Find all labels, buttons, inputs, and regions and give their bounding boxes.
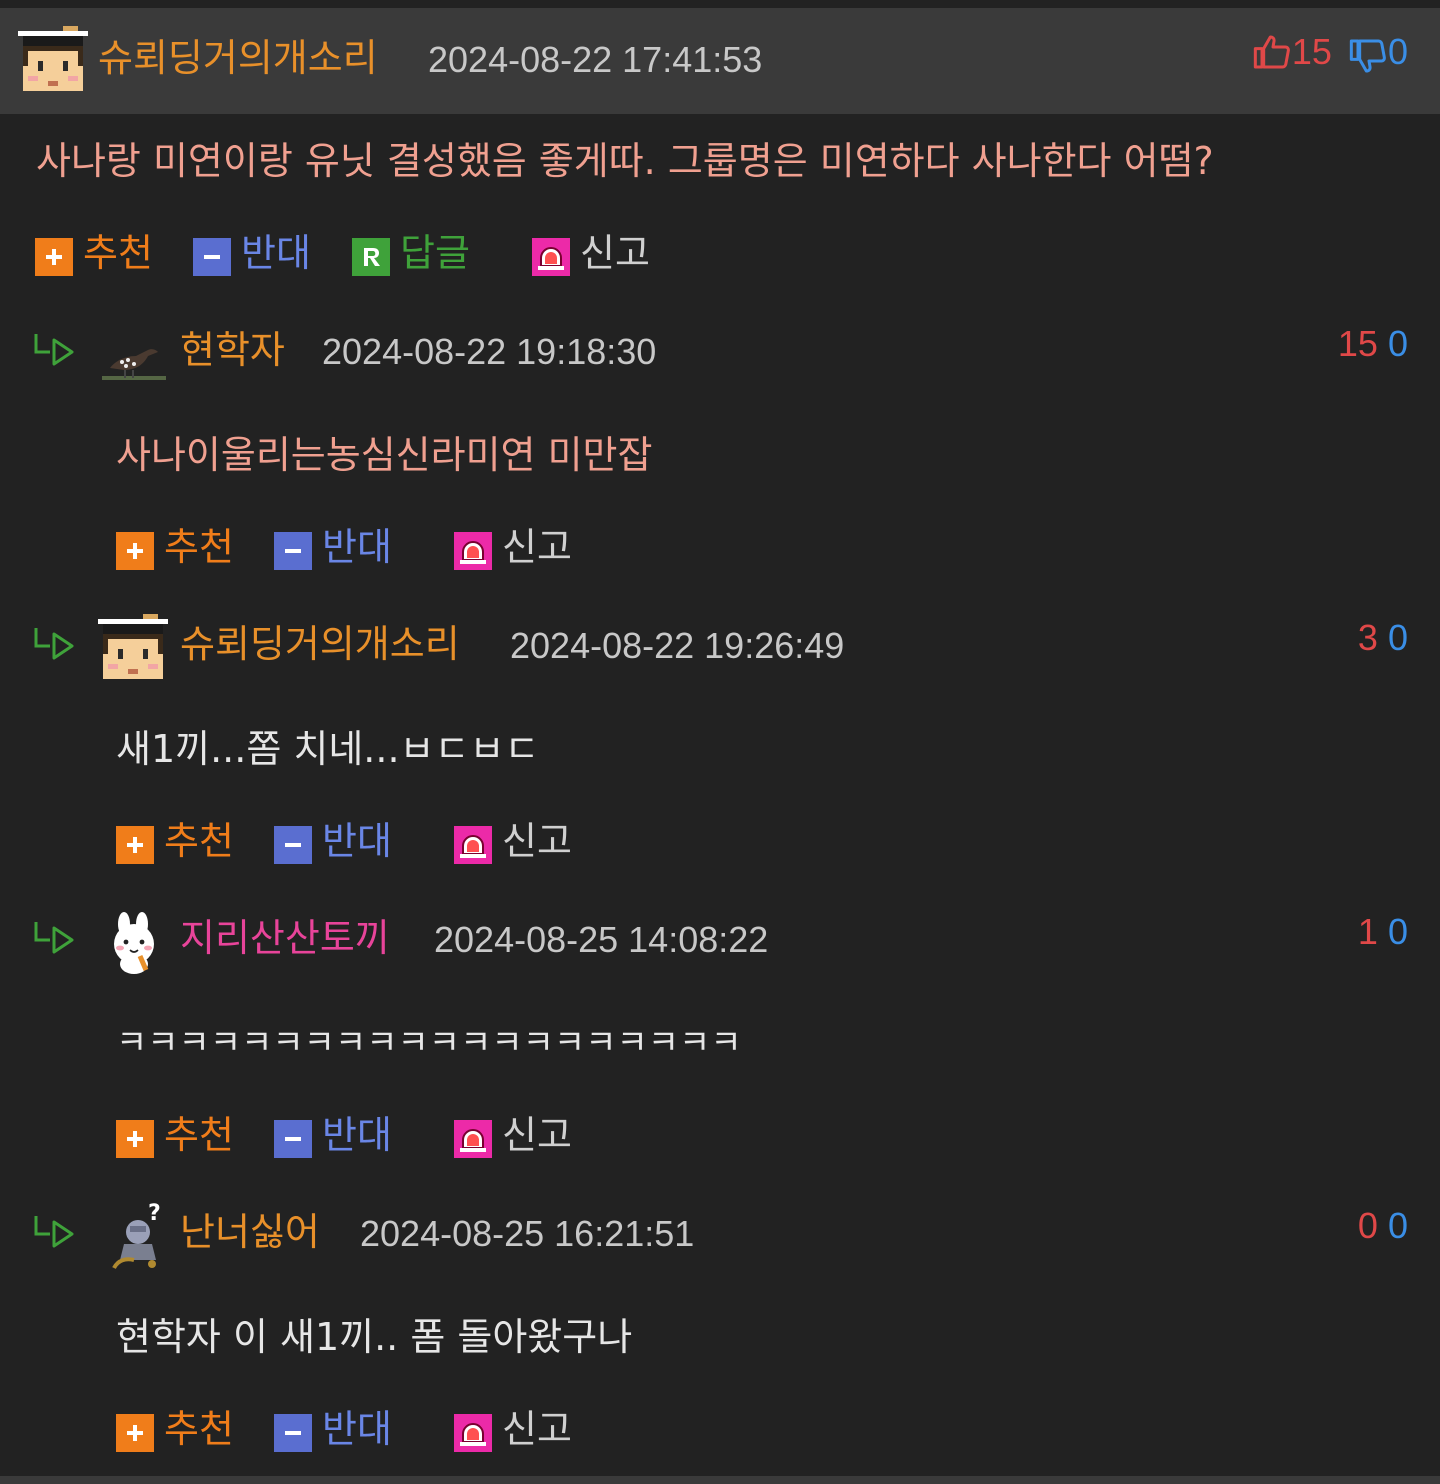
oppose-button[interactable]: 반대 <box>274 819 414 866</box>
reply-3-up-count: 1 <box>1357 911 1378 952</box>
report-label: 신고 <box>502 819 572 863</box>
report-label: 신고 <box>502 1407 572 1451</box>
report-button[interactable]: 신고 <box>454 1113 594 1160</box>
main-comment-nickname[interactable]: 슈뢰딩거의개소리 <box>98 36 378 80</box>
oppose-label: 반대 <box>322 819 392 863</box>
reply-arrow-icon <box>34 1216 74 1248</box>
recommend-label: 추천 <box>164 1407 234 1451</box>
minus-icon <box>274 1120 312 1158</box>
oppose-button[interactable]: 반대 <box>193 231 333 278</box>
main-comment-up-count: 15 <box>1291 31 1332 72</box>
reply-1-text: 사나이울리는농심신라미연 미만잡 <box>116 433 653 477</box>
reply-4-down-count: 0 <box>1387 1205 1408 1246</box>
reply-button[interactable]: 답글 <box>352 231 492 278</box>
minus-icon <box>274 826 312 864</box>
plus-icon <box>116 1414 154 1452</box>
reply-4-date: 2024-08-25 16:21:51 <box>360 1213 695 1254</box>
oppose-label: 반대 <box>322 525 392 569</box>
siren-icon <box>454 1120 492 1158</box>
main-comment-down-count: 0 <box>1387 31 1408 72</box>
reply-2-nickname[interactable]: 슈뢰딩거의개소리 <box>180 622 460 666</box>
recommend-label: 추천 <box>164 525 234 569</box>
reply-1-actions: 추천 반대 신고 <box>116 525 616 572</box>
siren-icon <box>454 532 492 570</box>
report-label: 신고 <box>502 525 572 569</box>
minus-icon <box>193 238 231 276</box>
plus-icon <box>35 238 73 276</box>
avatar-pixel-student[interactable] <box>98 614 168 684</box>
report-button[interactable]: 신고 <box>532 231 672 278</box>
reply-4-text: 현학자 이 새1끼.. 폼 돌아왔구나 <box>116 1315 633 1359</box>
reply-3-date: 2024-08-25 14:08:22 <box>434 919 769 960</box>
thumbs-down-icon[interactable] <box>1348 36 1388 76</box>
siren-icon <box>454 1414 492 1452</box>
reply-arrow-icon <box>34 628 74 660</box>
minus-icon <box>274 532 312 570</box>
reply-2-date: 2024-08-22 19:26:49 <box>510 625 845 666</box>
oppose-button[interactable]: 반대 <box>274 1407 414 1454</box>
recommend-label: 추천 <box>164 1113 234 1157</box>
minus-icon <box>274 1414 312 1452</box>
main-comment-date: 2024-08-22 17:41:53 <box>428 39 763 80</box>
report-button[interactable]: 신고 <box>454 525 594 572</box>
siren-icon <box>532 238 570 276</box>
reply-arrow-icon <box>34 334 74 366</box>
reply-2-actions: 추천 반대 신고 <box>116 819 616 866</box>
reply-3-down-count: 0 <box>1387 911 1408 952</box>
top-border <box>0 0 1440 8</box>
report-button[interactable]: 신고 <box>454 1407 594 1454</box>
bottom-border <box>0 1476 1440 1484</box>
oppose-label: 반대 <box>322 1407 392 1451</box>
recommend-button[interactable]: 추천 <box>35 231 175 278</box>
reply-3-actions: 추천 반대 신고 <box>116 1113 616 1160</box>
plus-icon <box>116 532 154 570</box>
reply-2-text: 새1끼...쫌 치네...ㅂㄷㅂㄷ <box>116 727 540 771</box>
reply-arrow-icon <box>34 922 74 954</box>
main-comment-votes: 15 0 <box>1252 30 1408 76</box>
report-label: 신고 <box>502 1113 572 1157</box>
recommend-label: 추천 <box>164 819 234 863</box>
reply-r-icon <box>352 238 390 276</box>
siren-icon <box>454 826 492 864</box>
oppose-button[interactable]: 반대 <box>274 1113 414 1160</box>
plus-icon <box>116 1120 154 1158</box>
reply-1-down-count: 0 <box>1387 323 1408 364</box>
avatar-bird[interactable] <box>98 320 170 386</box>
main-comment-text: 사나랑 미연이랑 유닛 결성했음 좋게따. 그룹명은 미연하다 사나한다 어떰? <box>36 139 1214 183</box>
reply-4-up-count: 0 <box>1357 1205 1378 1246</box>
reply-3-nickname[interactable]: 지리산산토끼 <box>180 916 390 960</box>
reply-2-votes: 3 0 <box>1358 616 1408 660</box>
svg-text:?: ? <box>148 1201 161 1226</box>
reply-4-actions: 추천 반대 신고 <box>116 1407 616 1454</box>
thumbs-up-icon[interactable] <box>1252 32 1292 72</box>
reply-1-date: 2024-08-22 19:18:30 <box>322 331 657 372</box>
report-label: 신고 <box>580 231 650 275</box>
reply-1-votes: 15 0 <box>1338 322 1408 366</box>
avatar-character[interactable]: ? <box>108 1200 170 1272</box>
recommend-label: 추천 <box>83 231 153 275</box>
avatar-rabbit[interactable] <box>104 910 164 974</box>
reply-1-nickname[interactable]: 현학자 <box>180 328 285 372</box>
recommend-button[interactable]: 추천 <box>116 1113 256 1160</box>
reply-4-votes: 0 0 <box>1358 1204 1408 1248</box>
plus-icon <box>116 826 154 864</box>
reply-3-text: ㅋㅋㅋㅋㅋㅋㅋㅋㅋㅋㅋㅋㅋㅋㅋㅋㅋㅋㅋㅋ <box>116 1023 742 1063</box>
reply-1-up-count: 15 <box>1337 323 1378 364</box>
oppose-label: 반대 <box>241 231 311 275</box>
reply-label: 답글 <box>400 231 470 275</box>
reply-4-nickname[interactable]: 난너싫어 <box>180 1210 320 1254</box>
recommend-button[interactable]: 추천 <box>116 1407 256 1454</box>
reply-2-up-count: 3 <box>1357 617 1378 658</box>
recommend-button[interactable]: 추천 <box>116 525 256 572</box>
recommend-button[interactable]: 추천 <box>116 819 256 866</box>
oppose-label: 반대 <box>322 1113 392 1157</box>
oppose-button[interactable]: 반대 <box>274 525 414 572</box>
avatar-pixel-student[interactable] <box>18 26 88 96</box>
report-button[interactable]: 신고 <box>454 819 594 866</box>
reply-3-votes: 1 0 <box>1358 910 1408 954</box>
main-comment-actions: 추천 반대 답글 신고 <box>35 231 735 278</box>
reply-2-down-count: 0 <box>1387 617 1408 658</box>
main-comment-header: 슈뢰딩거의개소리 2024-08-22 17:41:53 15 0 <box>0 8 1440 114</box>
